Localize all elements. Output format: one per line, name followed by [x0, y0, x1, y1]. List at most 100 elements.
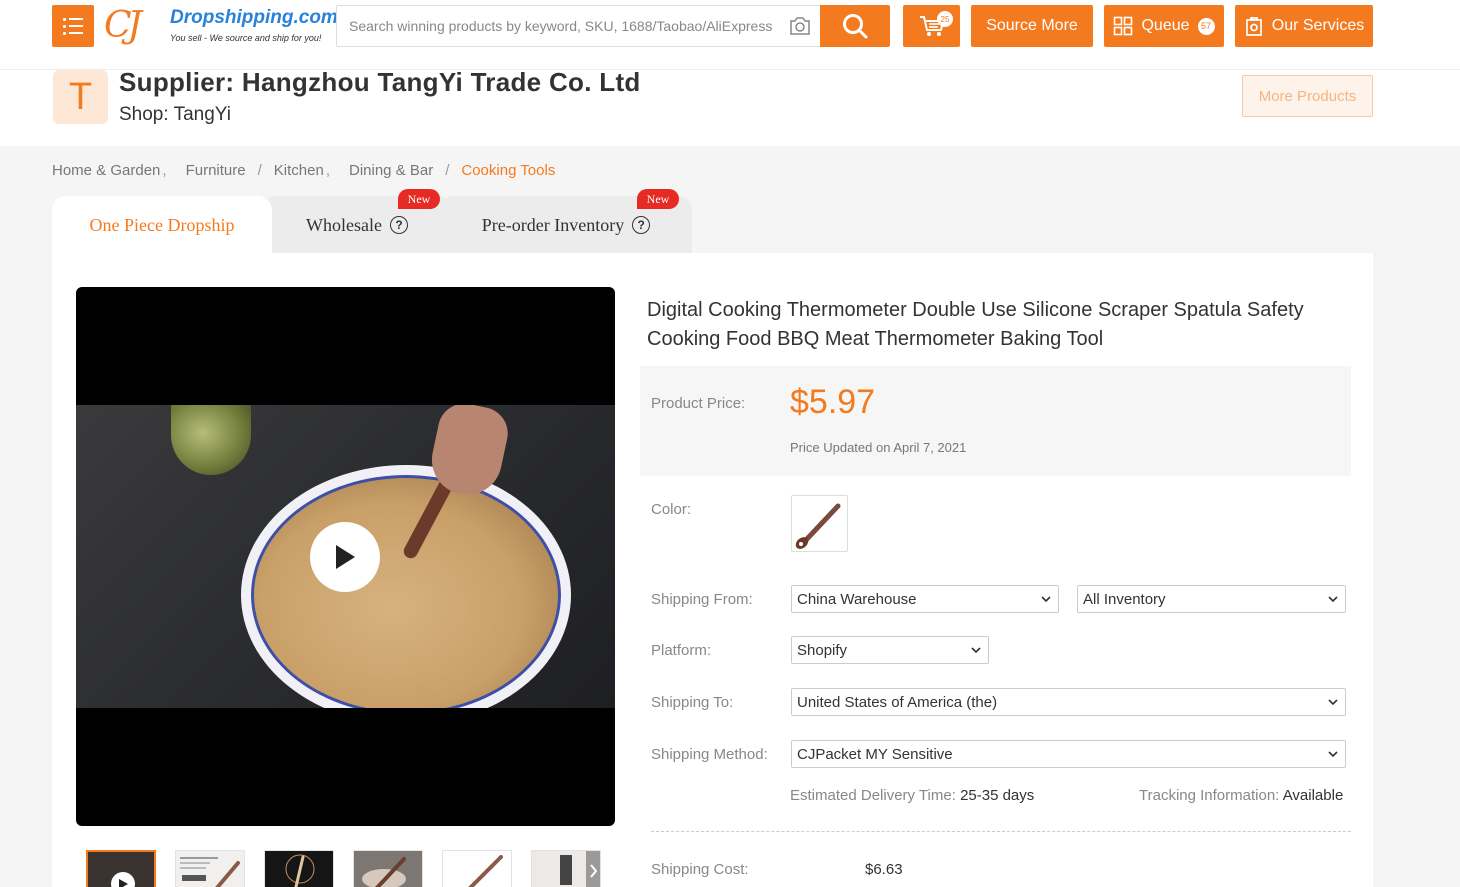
product-video[interactable] — [76, 287, 615, 826]
spatula-variant-image — [795, 503, 841, 549]
site-logo[interactable]: CJ Dropshipping.com You sell - We source… — [104, 4, 338, 48]
breadcrumb-separator: , — [325, 162, 330, 179]
top-header: CJ Dropshipping.com You sell - We source… — [0, 0, 1460, 70]
platform-select[interactable]: Shopify — [791, 636, 989, 664]
thumbnail-image[interactable] — [353, 850, 423, 887]
queue-label: Queue — [1141, 17, 1190, 34]
category-menu-button[interactable] — [52, 5, 94, 47]
our-services-label: Our Services — [1271, 17, 1365, 34]
breadcrumb-cooking-tools[interactable]: Cooking Tools — [461, 162, 555, 179]
breadcrumb: Home & Garden , Furniture / Kitchen , Di… — [52, 162, 555, 179]
chevron-down-icon — [1041, 596, 1051, 603]
delivery-time-label: Estimated Delivery Time: — [790, 787, 956, 804]
tab-wholesale-label: Wholesale — [306, 214, 382, 235]
queue-count-badge: 57 — [1197, 17, 1215, 35]
delivery-time: Estimated Delivery Time: 25-35 days — [790, 787, 1034, 804]
search-icon — [843, 14, 868, 39]
price-updated-text: Price Updated on April 7, 2021 — [790, 440, 967, 455]
shipping-from-value: China Warehouse — [797, 590, 917, 608]
cart-button[interactable]: 25 — [903, 5, 960, 47]
thumbnail-picture — [362, 857, 406, 887]
help-icon[interactable]: ? — [632, 216, 651, 234]
inventory-value: All Inventory — [1083, 590, 1166, 608]
thumbnail-image[interactable] — [264, 850, 334, 887]
chevron-down-icon — [1328, 596, 1338, 603]
shipping-cost-value: $6.63 — [865, 861, 903, 878]
video-jar-shape — [171, 405, 251, 475]
logo-tagline: You sell - We source and ship for you! — [170, 33, 322, 43]
thumbnail-image[interactable] — [175, 850, 245, 887]
inventory-select[interactable]: All Inventory — [1077, 585, 1346, 613]
price-box — [640, 366, 1351, 476]
breadcrumb-separator: , — [162, 162, 167, 179]
tracking-info: Tracking Information: Available — [1139, 787, 1343, 804]
breadcrumb-furniture[interactable]: Furniture — [186, 162, 246, 179]
play-icon — [336, 545, 355, 569]
thumbnail-picture — [560, 851, 600, 887]
shipping-to-select[interactable]: United States of America (the) — [791, 688, 1346, 716]
supplier-bar: T Supplier: Hangzhou TangYi Trade Co. Lt… — [0, 67, 1460, 146]
color-option-thumbnail[interactable] — [791, 495, 848, 552]
tab-preorder-label: Pre-order Inventory — [481, 214, 625, 235]
thumbnail-picture — [285, 854, 315, 887]
video-bowl-shape — [241, 465, 571, 708]
logo-brand-text: Dropshipping.com — [170, 7, 338, 28]
breadcrumb-separator: / — [257, 162, 262, 179]
platform-value: Shopify — [797, 641, 848, 659]
product-price-label: Product Price: — [651, 395, 746, 412]
thumbnail-picture — [180, 857, 240, 887]
search-input[interactable] — [336, 5, 820, 47]
camera-search-icon[interactable] — [788, 15, 812, 37]
supplier-avatar[interactable]: T — [53, 70, 108, 124]
breadcrumb-kitchen[interactable]: Kitchen — [274, 162, 324, 179]
services-icon — [1245, 17, 1262, 36]
delivery-time-value: 25-35 days — [960, 787, 1035, 804]
search-bar — [336, 5, 890, 47]
thumbnail-video[interactable] — [86, 850, 156, 887]
product-title: Digital Cooking Thermometer Double Use S… — [647, 299, 1304, 350]
supplier-shop[interactable]: Shop: TangYi — [119, 104, 231, 126]
cart-count-badge: 25 — [937, 11, 953, 27]
thumbnail-image[interactable] — [531, 850, 601, 887]
chevron-down-icon — [1328, 699, 1338, 706]
tracking-value: Available — [1282, 787, 1344, 804]
more-products-button[interactable]: More Products — [1242, 75, 1373, 117]
tab-one-piece-dropship[interactable]: One Piece Dropship — [52, 196, 272, 254]
cj-logo-mark: CJ — [104, 5, 142, 46]
grid-icon — [1114, 16, 1133, 36]
chevron-down-icon — [1328, 751, 1338, 758]
shipping-from-label: Shipping From: — [651, 591, 753, 608]
color-label: Color: — [651, 501, 692, 518]
tab-preorder-inventory[interactable]: Pre-order Inventory ? New — [440, 189, 692, 254]
product-price: $5.97 — [790, 383, 876, 421]
queue-button[interactable]: Queue 57 — [1104, 5, 1224, 47]
shipping-to-value: United States of America (the) — [797, 693, 998, 711]
platform-label: Platform: — [651, 642, 712, 659]
shipping-to-label: Shipping To: — [651, 694, 734, 711]
breadcrumb-separator: / — [445, 162, 450, 179]
supplier-name[interactable]: Supplier: Hangzhou TangYi Trade Co. Ltd — [119, 67, 641, 98]
new-badge: New — [637, 189, 679, 209]
shipping-cost-label: Shipping Cost: — [651, 861, 749, 878]
breadcrumb-dining-bar[interactable]: Dining & Bar — [349, 162, 433, 179]
shipping-method-select[interactable]: CJPacket MY Sensitive — [791, 740, 1346, 768]
shipping-method-label: Shipping Method: — [651, 746, 768, 763]
new-badge: New — [398, 189, 440, 209]
divider — [651, 831, 1351, 832]
search-button[interactable] — [820, 5, 890, 47]
play-button[interactable] — [310, 522, 380, 592]
thumbnail-image[interactable] — [442, 850, 512, 887]
our-services-button[interactable]: Our Services — [1235, 5, 1373, 47]
source-more-button[interactable]: Source More — [971, 5, 1093, 47]
tab-wholesale[interactable]: Wholesale ? New — [262, 189, 452, 254]
breadcrumb-home-garden[interactable]: Home & Garden — [52, 162, 160, 179]
tab-one-piece-label: One Piece Dropship — [89, 214, 235, 235]
source-more-label: Source More — [986, 17, 1078, 34]
play-icon — [111, 872, 135, 887]
thumbnail-picture — [468, 855, 503, 887]
help-icon[interactable]: ? — [389, 216, 408, 234]
chevron-down-icon — [971, 647, 981, 654]
tracking-label: Tracking Information: — [1139, 787, 1280, 804]
shipping-method-value: CJPacket MY Sensitive — [797, 745, 953, 763]
shipping-from-select[interactable]: China Warehouse — [791, 585, 1059, 613]
